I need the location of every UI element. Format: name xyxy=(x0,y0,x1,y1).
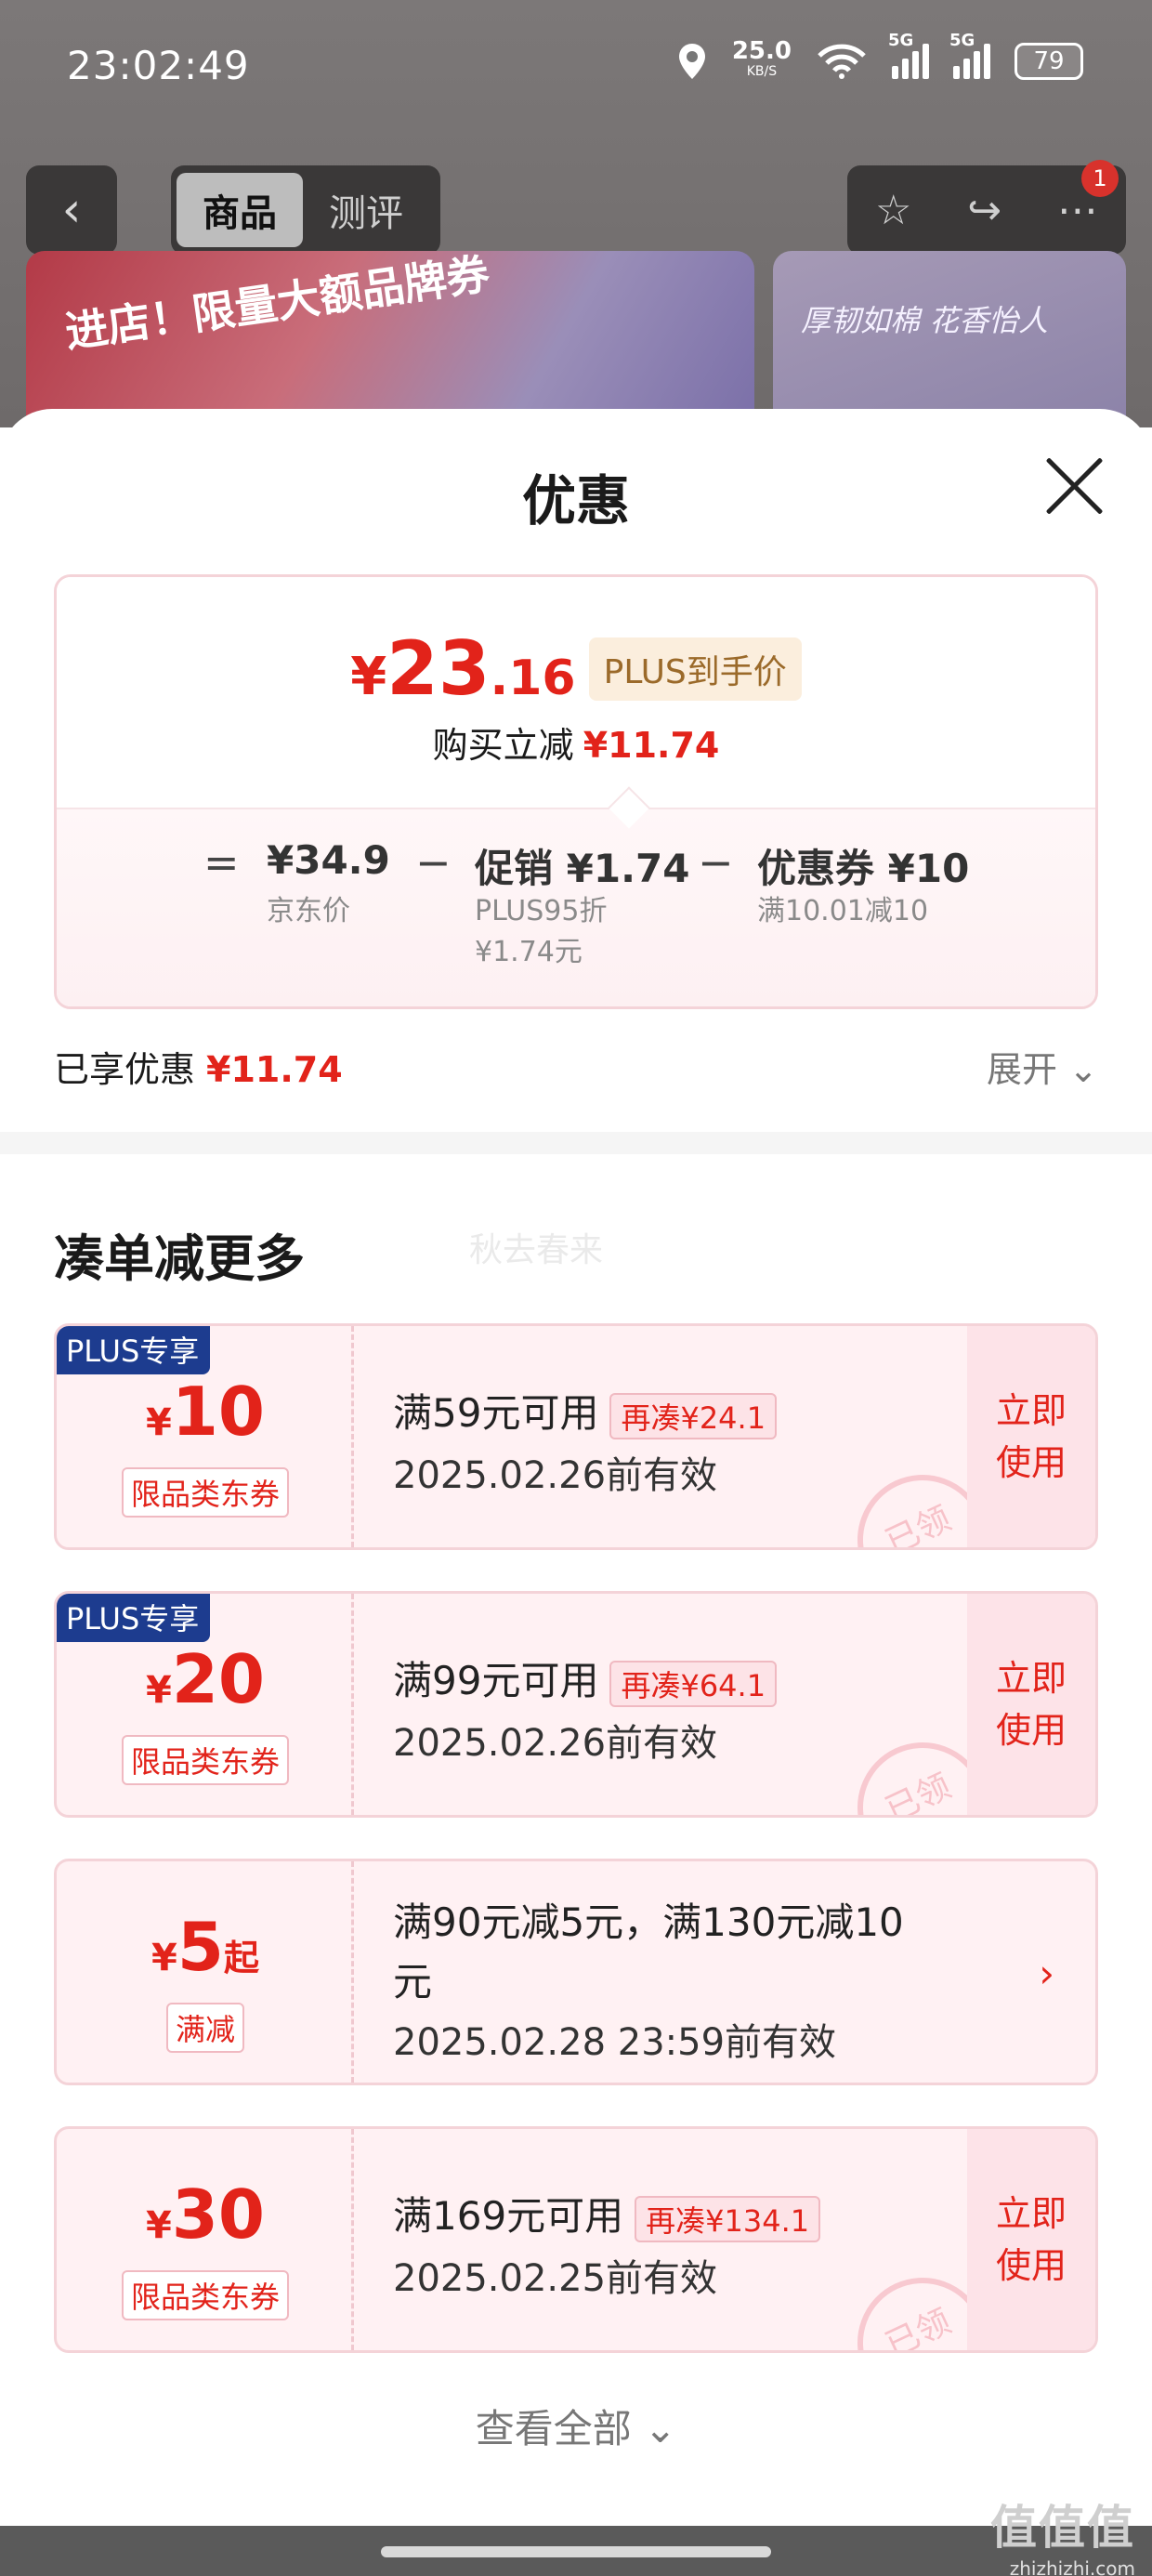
instant-reduction: 购买立减 ¥11.74 xyxy=(432,725,720,766)
plus-price-tag: PLUS到手价 xyxy=(588,637,802,701)
close-icon[interactable] xyxy=(1041,453,1106,519)
price-breakdown: = ¥34.9 京东价 − 促销 ¥1.74 PLUS95折 ¥1.74元 − … xyxy=(57,786,1095,1006)
star-icon[interactable]: ☆ xyxy=(875,187,911,234)
promo-card[interactable]: ¥5起 满减 满90元减5元，满130元减10 元 2025.02.28 23:5… xyxy=(54,1859,1098,2085)
promo-condition: 满90元减5元，满130元减10 元 xyxy=(393,1899,904,2004)
promo-banner-1-text: 进店！限量大额品牌券 xyxy=(61,251,492,358)
use-now-button[interactable]: 立即 使用 xyxy=(967,1326,1095,1547)
final-price: ¥23.16 xyxy=(350,625,576,712)
equals-sign: = xyxy=(203,837,240,887)
view-all-button[interactable]: 查看全部 ⌄ xyxy=(0,2398,1152,2454)
coupon-condition: 满99元可用 再凑¥64.1 xyxy=(393,1649,778,1707)
coupon-card[interactable]: PLUS专享 ¥20 限品类东券 满99元可用 再凑¥64.1 2025.02.2… xyxy=(54,1591,1098,1818)
battery-icon: 79 xyxy=(1015,43,1083,80)
expand-button[interactable]: 展开 ⌄ xyxy=(987,1041,1098,1092)
clock: 23:02:49 xyxy=(67,43,250,88)
tab-product[interactable]: 商品 xyxy=(177,173,303,247)
final-price-row: ¥23.16 PLUS到手价 xyxy=(57,625,1095,712)
section-title: 凑单减更多 xyxy=(54,1229,305,1288)
user-watermark: 秋去春来 xyxy=(469,1231,604,1269)
add-more-tag: 再凑¥134.1 xyxy=(635,2195,821,2242)
plus-exclusive-badge: PLUS专享 xyxy=(57,1326,211,1374)
share-icon[interactable]: ↪ xyxy=(967,187,1001,234)
jd-price: ¥34.9 xyxy=(267,837,390,883)
section-divider xyxy=(0,1132,1152,1154)
coupon-expiry: 2025.02.25前有效 xyxy=(393,2257,718,2300)
location-icon xyxy=(678,44,705,79)
minus-sign-1: − xyxy=(415,837,452,887)
chevron-down-icon: ⌄ xyxy=(1068,1049,1098,1090)
coupon-amount: ¥20 xyxy=(145,1640,266,1718)
wifi-icon xyxy=(818,44,866,79)
net-speed: 25.0 KB/S xyxy=(731,37,792,79)
promo-sub-2: ¥1.74元 xyxy=(475,936,583,968)
promo-amount: ¥5起 xyxy=(151,1908,259,1986)
coupon-condition: 满59元可用 再凑¥24.1 xyxy=(393,1382,778,1439)
tab-review[interactable]: 测评 xyxy=(303,183,429,237)
coupon-type-tag: 限品类东券 xyxy=(121,1467,289,1518)
status-icons: 25.0 KB/S 5G 5G 79 xyxy=(676,31,1083,82)
gesture-bar xyxy=(0,2526,1152,2576)
coupon-type-tag: 限品类东券 xyxy=(121,2270,289,2320)
tab-switcher: 商品 测评 xyxy=(171,165,440,255)
promo-expiry: 2025.02.28 23:59前有效 xyxy=(393,2021,837,2064)
coupon-amount: ¥10 xyxy=(145,1373,266,1451)
promo-type-tag: 满减 xyxy=(165,2003,244,2053)
status-bar: 23:02:49 25.0 KB/S 5G 5G 79 xyxy=(0,0,1152,139)
promo-sub-1: PLUS95折 xyxy=(475,895,608,927)
coupon-sub: 满10.01减10 xyxy=(757,895,929,927)
coupon-type-tag: 限品类东券 xyxy=(121,1735,289,1785)
home-indicator[interactable] xyxy=(381,2546,771,2557)
coupon-amount: ¥30 xyxy=(145,2175,266,2254)
coupon-value: 优惠券 ¥10 xyxy=(757,846,970,891)
coupon-card[interactable]: PLUS专享 ¥10 限品类东券 满59元可用 再凑¥24.1 2025.02.2… xyxy=(54,1323,1098,1550)
price-summary-card: ¥23.16 PLUS到手价 购买立减 ¥11.74 = ¥34.9 京东价 − … xyxy=(54,574,1098,1009)
site-watermark: 值值值 zhizhizhi.com xyxy=(990,2501,1135,2576)
chevron-left-icon: ‹ xyxy=(61,182,82,238)
discount-sheet: 优惠 ¥23.16 PLUS到手价 购买立减 ¥11.74 = ¥34.9 京东价… xyxy=(0,409,1152,2576)
signal-icon-1: 5G xyxy=(888,31,929,79)
coupon-condition: 满169元可用 再凑¥134.1 xyxy=(393,2185,821,2242)
coupon-expiry: 2025.02.26前有效 xyxy=(393,1722,718,1765)
promo-banner-2-text: 厚韧如棉 花香怡人 xyxy=(801,303,1049,338)
signal-icon-2: 5G xyxy=(949,31,990,79)
plus-exclusive-badge: PLUS专享 xyxy=(57,1594,211,1642)
promo-value: 促销 ¥1.74 xyxy=(475,846,690,891)
use-now-button[interactable]: 立即 使用 xyxy=(967,1594,1095,1815)
back-button[interactable]: ‹ xyxy=(26,165,117,255)
chevron-right-icon[interactable]: › xyxy=(1039,1951,1054,1996)
minus-sign-2: − xyxy=(698,837,734,887)
use-now-button[interactable]: 立即 使用 xyxy=(967,2129,1095,2350)
notification-badge: 1 xyxy=(1081,160,1119,197)
coupon-expiry: 2025.02.26前有效 xyxy=(393,1454,718,1497)
sheet-title: 优惠 xyxy=(521,469,630,532)
jd-price-label: 京东价 xyxy=(267,895,350,927)
add-more-tag: 再凑¥24.1 xyxy=(609,1392,778,1439)
coupon-card[interactable]: ¥30 限品类东券 满169元可用 再凑¥134.1 2025.02.25前有效 … xyxy=(54,2126,1098,2353)
top-tools: ☆ ↪ ⋯ 1 xyxy=(847,160,1126,255)
product-nav-bar: ‹ 商品 测评 ☆ ↪ ⋯ 1 xyxy=(0,160,1152,255)
add-more-tag: 再凑¥64.1 xyxy=(609,1660,778,1707)
chevron-down-icon: ⌄ xyxy=(644,2406,677,2451)
enjoyed-discount: 已享优惠 ¥11.74 xyxy=(54,1049,343,1090)
